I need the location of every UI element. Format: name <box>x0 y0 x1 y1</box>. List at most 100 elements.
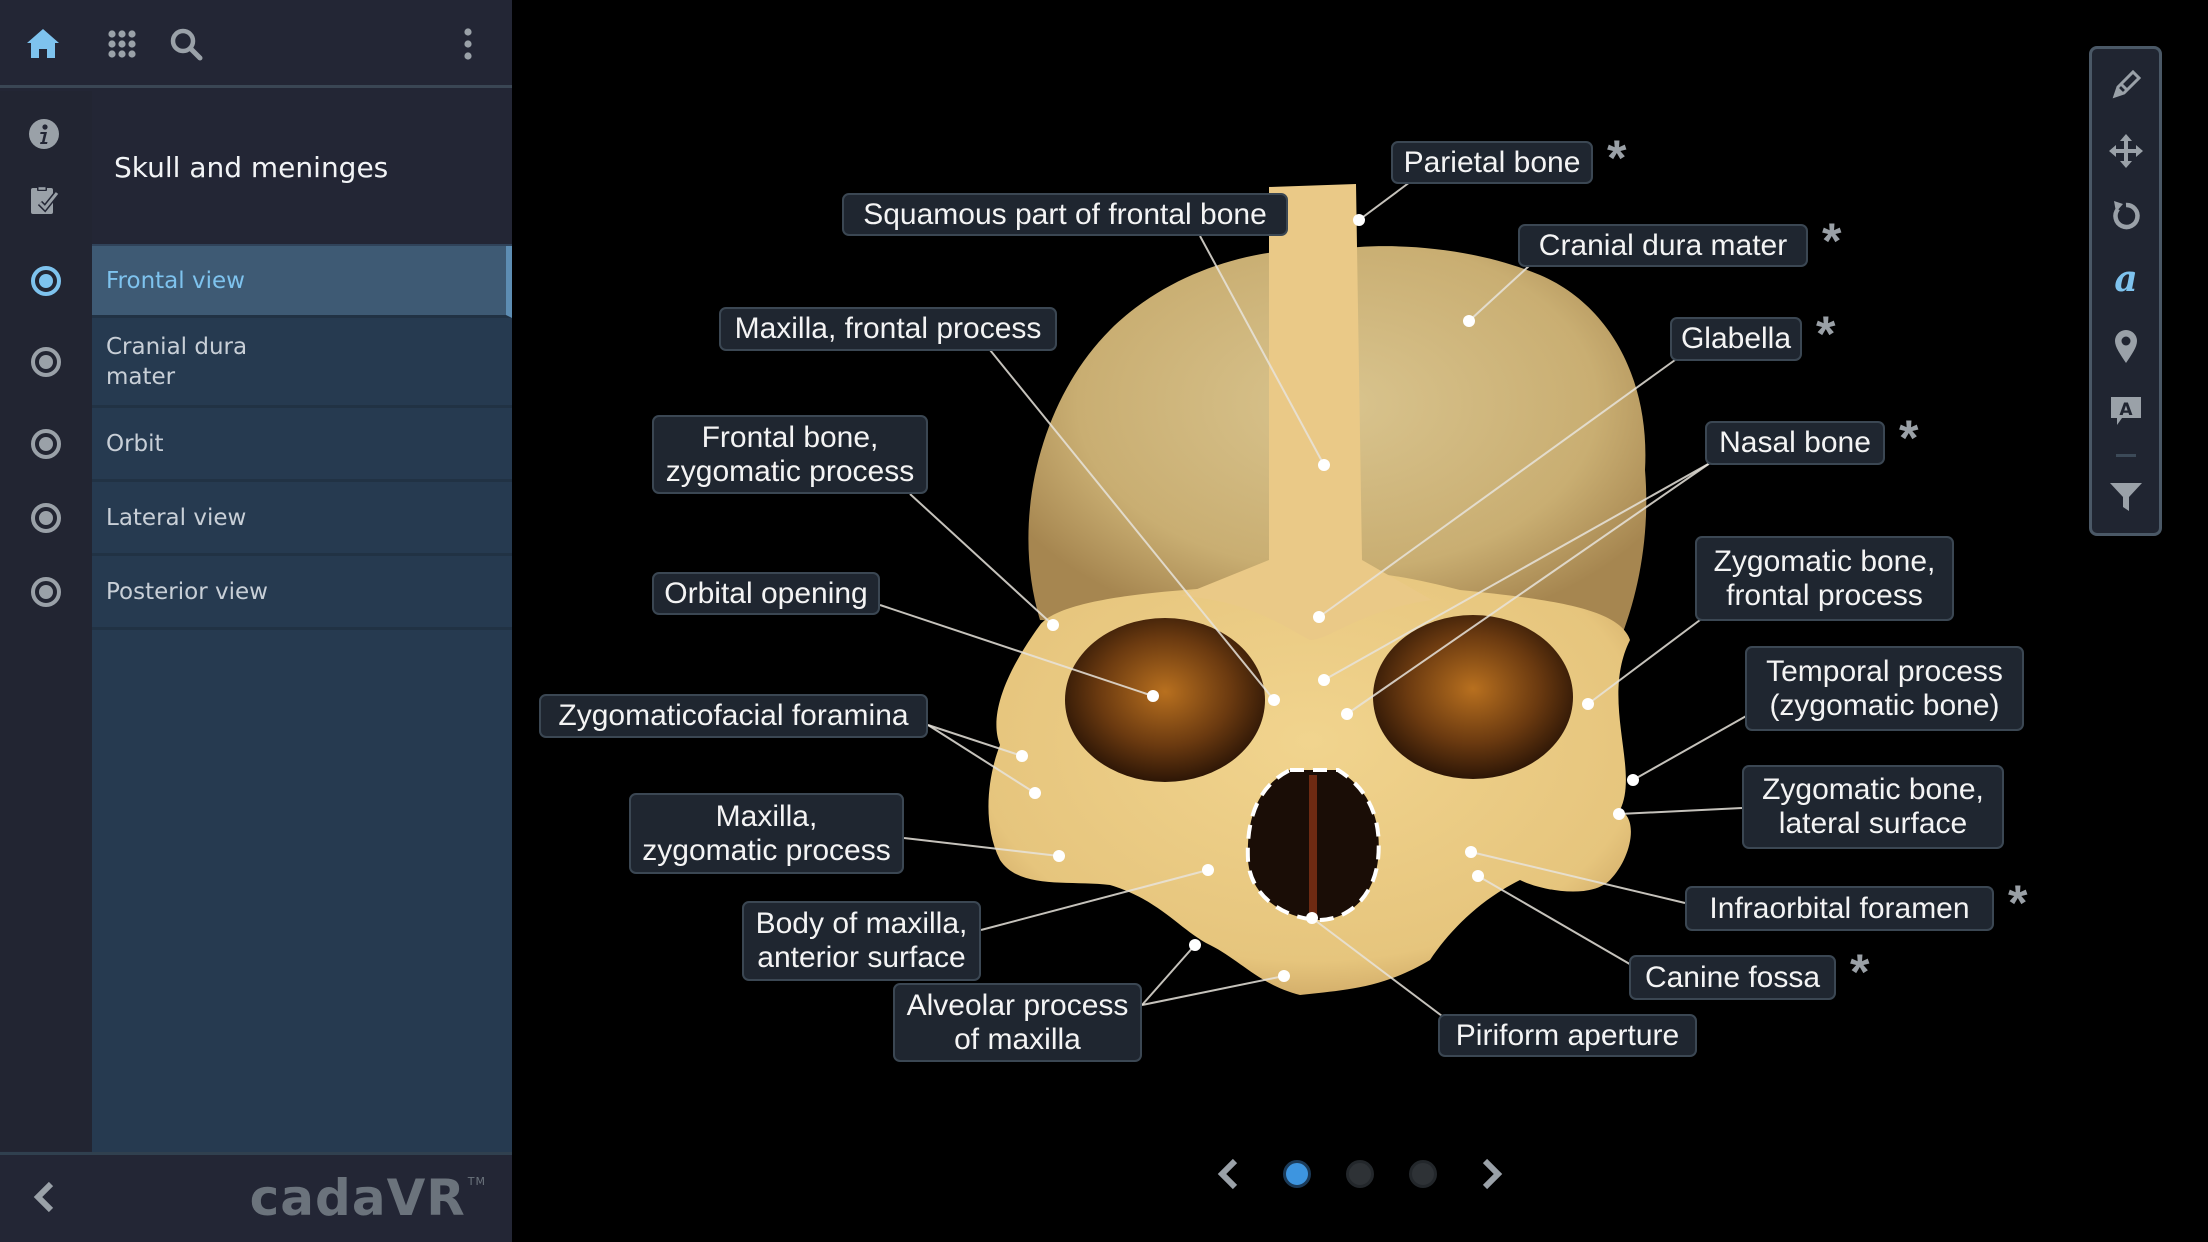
label-maxilla-zygomatic-process[interactable]: Maxilla, zygomatic process <box>629 793 904 874</box>
label-anchor-dot-alveolar-process-of-maxilla <box>1189 939 1201 951</box>
view-item-posterior-view[interactable]: Posterior view <box>31 556 512 630</box>
label-anchor-dot-cranial-dura-mater <box>1463 315 1475 327</box>
home-button[interactable] <box>21 22 65 66</box>
view-item-label: Posterior view <box>106 578 268 605</box>
label-zygomatic-bone-frontal-process[interactable]: Zygomatic bone, frontal process <box>1695 536 1954 621</box>
leader-line-zygomatic-bone-lateral-surface <box>1618 807 1743 815</box>
view-item-frontal-view[interactable]: Frontal view <box>31 246 512 318</box>
label-anchor-dot-orbital-opening <box>1147 690 1159 702</box>
label-canine-fossa[interactable]: Canine fossa <box>1629 955 1836 1000</box>
model-viewer[interactable]: Parietal bone * Squamous part of frontal b… <box>512 0 2208 1242</box>
module-title-area: Skull and meninges <box>92 91 512 243</box>
radio-icon <box>31 576 61 607</box>
label-alveolar-process-of-maxilla[interactable]: Alveolar process of maxilla <box>893 983 1142 1062</box>
toolbar-divider <box>2116 454 2136 457</box>
view-item-label: Cranial dura mater <box>106 333 248 390</box>
apps-button[interactable] <box>100 22 144 66</box>
svg-text:a: a <box>2114 263 2137 297</box>
asterisk-icon: * <box>1899 410 1919 466</box>
asterisk-icon: * <box>1850 944 1870 1000</box>
label-anchor-dot-zygomatic-bone-frontal-process <box>1582 698 1594 710</box>
label-piriform-aperture[interactable]: Piriform aperture <box>1438 1014 1697 1057</box>
sidebar-topbar <box>0 0 512 88</box>
module-title: Skull and meninges <box>114 150 389 184</box>
view-item-label: Lateral view <box>106 504 247 531</box>
label-anchor-dot-parietal-bone <box>1353 214 1365 226</box>
home-icon <box>27 29 59 58</box>
label-anchor-dot-maxilla-frontal-process <box>1268 694 1280 706</box>
page-dot-2[interactable] <box>1346 1160 1374 1188</box>
label-anchor-dot-nasal-bone <box>1318 674 1330 686</box>
chevron-left-icon <box>33 1181 54 1213</box>
label-zygomatic-bone-lateral-surface[interactable]: Zygomatic bone, lateral surface <box>1742 765 2004 849</box>
label-anchor-dot-maxilla-zygomatic-process <box>1053 850 1065 862</box>
pins-tool-button[interactable] <box>2092 320 2159 372</box>
more-vertical-icon <box>464 28 472 60</box>
move-tool-button[interactable] <box>2092 125 2159 177</box>
annotations-tool-button[interactable]: A <box>2092 385 2159 437</box>
view-list: Frontal view Cranial dura mater Orbit La… <box>31 244 512 1152</box>
filter-tool-button[interactable] <box>2092 471 2159 523</box>
skull-model[interactable] <box>512 0 2208 1242</box>
label-anchor-dot-zygomaticofacial-foramina <box>1016 750 1028 762</box>
label-anchor-dot-nasal-bone <box>1341 708 1353 720</box>
asterisk-icon: * <box>1822 213 1842 269</box>
label-cranial-dura-mater[interactable]: Cranial dura mater <box>1518 224 1808 267</box>
page-dot-1[interactable] <box>1283 1160 1311 1188</box>
reset-rotation-button[interactable] <box>2092 189 2159 241</box>
more-options-button[interactable] <box>446 22 490 66</box>
label-infraorbital-foramen[interactable]: Infraorbital foramen <box>1685 886 1994 931</box>
info-icon <box>29 119 59 149</box>
view-item-label: Orbit <box>106 430 164 457</box>
label-squamous-part-of-frontal-bone[interactable]: Squamous part of frontal bone <box>842 193 1288 236</box>
label-frontal-bone-zygomatic-process[interactable]: Frontal bone, zygomatic process <box>652 415 928 494</box>
asterisk-icon: * <box>2008 875 2028 931</box>
apps-grid-icon <box>108 30 136 58</box>
label-anchor-dot-zygomatic-bone-lateral-surface <box>1613 808 1625 820</box>
view-item-lateral-view[interactable]: Lateral view <box>31 482 512 556</box>
labels-tool-button[interactable]: a <box>2092 254 2159 306</box>
label-maxilla-frontal-process[interactable]: Maxilla, frontal process <box>719 307 1057 351</box>
label-parietal-bone[interactable]: Parietal bone <box>1391 141 1593 184</box>
left-orbit <box>1065 618 1265 782</box>
label-nasal-bone[interactable]: Nasal bone <box>1705 421 1885 465</box>
map-pin-icon <box>2114 330 2137 363</box>
label-anchor-dot-infraorbital-foramen <box>1465 846 1477 858</box>
move-arrows-icon <box>2108 134 2143 168</box>
radio-icon <box>31 428 61 459</box>
next-page-button[interactable] <box>1470 1152 1514 1196</box>
label-anchor-dot-zygomaticofacial-foramina <box>1029 787 1041 799</box>
page-dot-3[interactable] <box>1409 1160 1437 1188</box>
svg-text:A: A <box>2119 400 2133 420</box>
draw-tool-button[interactable] <box>2092 59 2159 111</box>
chevron-left-icon <box>1217 1158 1238 1190</box>
view-item-orbit[interactable]: Orbit <box>31 408 512 482</box>
label-anchor-dot-canine-fossa <box>1472 870 1484 882</box>
brand-logo: cadaVR TM <box>249 1169 486 1227</box>
text-bubble-icon: A <box>2110 397 2141 425</box>
info-button[interactable] <box>22 112 66 156</box>
pencil-icon <box>2112 69 2141 99</box>
radio-selected-icon <box>31 265 61 296</box>
label-anchor-dot-temporal-process-zygomatic-bone <box>1627 774 1639 786</box>
label-anchor-dot-alveolar-process-of-maxilla <box>1278 970 1290 982</box>
previous-page-button[interactable] <box>1206 1152 1250 1196</box>
chevron-right-icon <box>1482 1158 1503 1190</box>
tool-palette: a A <box>2089 46 2162 536</box>
label-anchor-dot-frontal-bone-zygomatic-process <box>1047 619 1059 631</box>
asterisk-icon: * <box>1607 130 1627 186</box>
label-zygomaticofacial-foramina[interactable]: Zygomaticofacial foramina <box>539 694 928 738</box>
collapse-sidebar-button[interactable] <box>22 1175 66 1219</box>
view-item-label: Frontal view <box>106 267 245 294</box>
radio-icon <box>31 502 61 533</box>
quiz-button[interactable] <box>22 178 66 222</box>
view-item-cranial-dura-mater[interactable]: Cranial dura mater <box>31 318 512 408</box>
rotate-reset-icon <box>2112 201 2140 230</box>
label-body-of-maxilla-anterior-surface[interactable]: Body of maxilla, anterior surface <box>742 901 981 981</box>
leader-line-parietal-bone <box>1358 181 1411 221</box>
label-temporal-process-zygomatic-bone[interactable]: Temporal process (zygomatic bone) <box>1745 646 2024 731</box>
label-anchor-dot-piriform-aperture <box>1306 912 1318 924</box>
label-orbital-opening[interactable]: Orbital opening <box>652 572 880 615</box>
search-button[interactable] <box>164 22 208 66</box>
label-glabella[interactable]: Glabella <box>1670 317 1802 361</box>
